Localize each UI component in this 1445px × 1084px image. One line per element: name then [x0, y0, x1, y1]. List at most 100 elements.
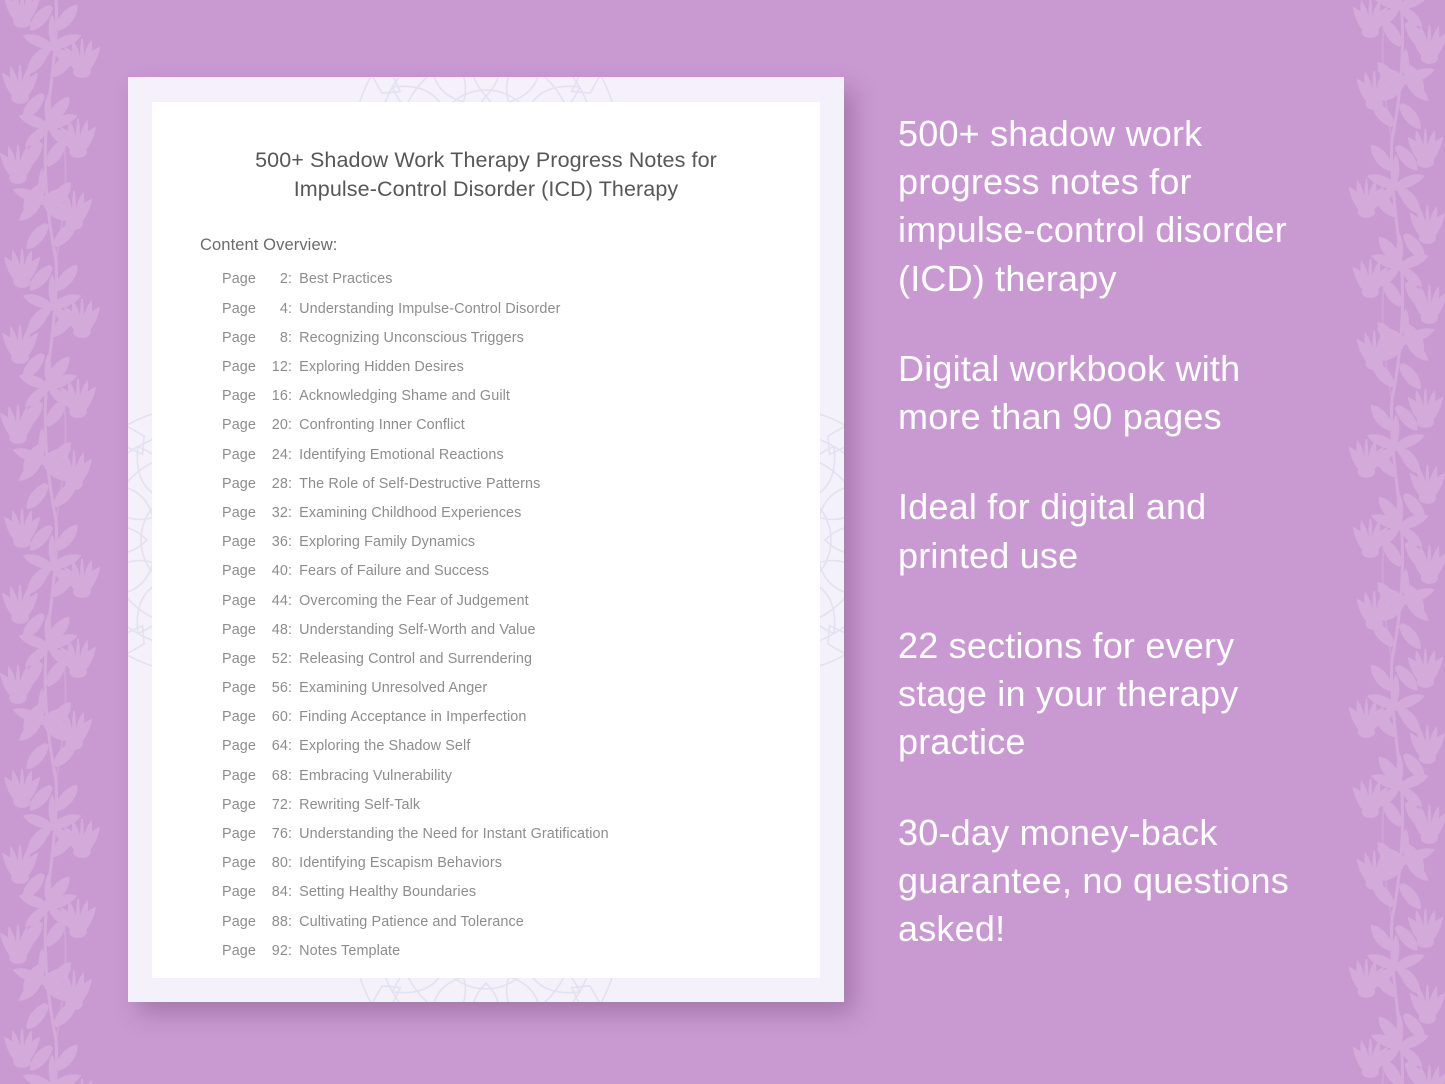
toc-entry-page-word: Page	[222, 446, 257, 463]
toc-entry-title: Setting Healthy Boundaries	[299, 884, 477, 901]
page-title: 500+ Shadow Work Therapy Progress Notes …	[152, 102, 820, 204]
toc-entry-page-number: 88	[271, 913, 289, 930]
toc-entry-page-number: 36	[271, 534, 289, 551]
toc-entry-page-word: Page	[222, 709, 257, 726]
toc-entry: Page 56: Examining Unresolved Anger	[222, 681, 820, 710]
toc-entry: Page 4: Understanding Impulse-Control Diso…	[222, 300, 820, 331]
marketing-copy-column: 500+ shadow work progress notes for impu…	[898, 110, 1328, 953]
toc-entry-page-word: Page	[222, 504, 257, 521]
toc-entry-page-word: Page	[222, 621, 257, 638]
toc-entry-title: Acknowledging Shame and Guilt	[299, 388, 511, 405]
toc-entry-page-word: Page	[222, 826, 257, 843]
toc-entry-page-word: Page	[222, 884, 257, 901]
floral-vine-border-left-icon	[0, 0, 118, 1084]
toc-entry-title: Best Practices	[299, 271, 393, 288]
toc-entry-page-number: 8	[279, 329, 289, 346]
page-title-line-2: Impulse-Control Disorder (ICD) Therapy	[293, 177, 679, 202]
document-page: 500+ Shadow Work Therapy Progress Notes …	[152, 102, 820, 978]
toc-entry-page-number: 12	[271, 359, 289, 376]
toc-entry: Page 40: Fears of Failure and Success	[222, 564, 820, 593]
toc-entry-page-number: 52	[271, 650, 289, 667]
toc-entry-page-word: Page	[222, 796, 257, 813]
toc-entry-page-number: 16	[271, 388, 289, 405]
toc-entry-title: Rewriting Self-Talk	[299, 796, 421, 813]
content-overview-label: Content Overview:	[200, 236, 338, 255]
toc-entry-page-word: Page	[222, 359, 257, 376]
toc-entry-page-number: 24	[271, 446, 289, 463]
toc-entry-page-word: Page	[222, 592, 257, 609]
toc-entry: Page 12: Exploring Hidden Desires	[222, 360, 820, 389]
toc-entry-title: Exploring Hidden Desires	[299, 359, 464, 376]
marketing-bullet: 500+ shadow work progress notes for impu…	[898, 113, 1287, 299]
toc-entry-page-number: 28	[271, 475, 289, 492]
toc-entry: Page 92: Notes Template	[222, 942, 820, 973]
page-title-line-1: 500+ Shadow Work Therapy Progress Notes …	[255, 148, 717, 172]
marketing-bullet: Ideal for digital and printed use	[898, 486, 1207, 576]
toc-entry-title: Embracing Vulnerability	[299, 767, 453, 784]
toc-entry-title: Understanding Self-Worth and Value	[299, 621, 536, 638]
toc-entry-page-word: Page	[222, 650, 257, 667]
toc-entry: Page 80: Identifying Escapism Behaviors	[222, 856, 820, 885]
marketing-bullet: 22 sections for every stage in your ther…	[898, 624, 1239, 763]
toc-entry-title: Fears of Failure and Success	[299, 563, 490, 580]
toc-entry-page-word: Page	[222, 534, 257, 551]
toc-entry-page-word: Page	[222, 942, 257, 959]
toc-entry-page-number: 48	[271, 621, 289, 638]
toc-entry: Page 24: Identifying Emotional Reactions	[222, 446, 820, 477]
toc-entry-page-number: 60	[271, 709, 289, 726]
toc-entry-title: The Role of Self-Destructive Patterns	[299, 475, 541, 492]
toc-entry-page-number: 20	[271, 417, 289, 434]
toc-entry-title: Finding Acceptance in Imperfection	[299, 709, 527, 726]
toc-entry-page-word: Page	[222, 329, 257, 346]
toc-entry: Page 44: Overcoming the Fear of Judgement	[222, 592, 820, 623]
toc-entry-page-number: 40	[271, 563, 289, 580]
toc-entry-page-word: Page	[222, 767, 257, 784]
toc-entry: Page 32: Examining Childhood Experiences	[222, 506, 820, 535]
toc-entry-page-word: Page	[222, 417, 257, 434]
toc-entry-page-word: Page	[222, 271, 257, 288]
toc-entry: Page 84: Setting Healthy Boundaries	[222, 885, 820, 914]
toc-entry-title: Releasing Control and Surrendering	[299, 650, 533, 667]
toc-entry-title: Exploring Family Dynamics	[299, 534, 476, 551]
toc-entry-page-number: 92	[271, 942, 289, 959]
toc-entry-page-word: Page	[222, 738, 257, 755]
toc-entry-page-number: 56	[271, 680, 289, 697]
toc-entry: Page 48: Understanding Self-Worth and Valu…	[222, 621, 820, 652]
toc-entry-title: Confronting Inner Conflict	[299, 417, 465, 434]
toc-entry-page-number: 44	[271, 592, 289, 609]
toc-entry: Page 20: Confronting Inner Conflict	[222, 418, 820, 447]
floral-vine-border-right-icon	[1331, 0, 1445, 1084]
toc-entry-page-number: 64	[271, 738, 289, 755]
toc-entry-page-word: Page	[222, 388, 257, 405]
toc-entry: Page 76: Understanding the Need for Instan…	[222, 827, 820, 856]
toc-entry: Page 28: The Role of Self-Destructive Patt…	[222, 475, 820, 506]
toc-entry: Page 16: Acknowledging Shame and Guilt	[222, 389, 820, 418]
toc-entry-title: Notes Template	[299, 942, 401, 959]
toc-entry-page-number: 84	[271, 884, 289, 901]
toc-entry-page-number: 68	[271, 767, 289, 784]
toc-entry-page-word: Page	[222, 680, 257, 697]
marketing-bullet: Digital workbook with more than 90 pages	[898, 347, 1241, 438]
marketing-bullet: 30-day money-back guarantee, no question…	[898, 811, 1289, 950]
toc-entry-title: Exploring the Shadow Self	[299, 738, 471, 755]
toc-entry: Page 8: Recognizing Unconscious Triggers	[222, 329, 820, 360]
toc-entry-page-number: 4	[279, 300, 289, 317]
poster-canvas: 500+ Shadow Work Therapy Progress Notes …	[0, 0, 1445, 1084]
toc-entry-title: Identifying Emotional Reactions	[299, 446, 504, 463]
toc-entry-title: Examining Unresolved Anger	[299, 680, 488, 697]
toc-entry: Page 64: Exploring the Shadow Self	[222, 739, 820, 768]
toc-entry-page-word: Page	[222, 913, 257, 930]
toc-entry-page-number: 80	[271, 855, 289, 872]
toc-entry-title: Identifying Escapism Behaviors	[299, 855, 503, 872]
toc-entry-page-number: 72	[271, 796, 289, 813]
toc-entry: Page 60: Finding Acceptance in Imperfectio…	[222, 710, 820, 739]
toc-entry: Page 52: Releasing Control and Surrenderin…	[222, 650, 820, 681]
toc-entry-title: Understanding Impulse-Control Disorder	[299, 300, 561, 317]
toc-entry-title: Understanding the Need for Instant Grati…	[299, 826, 609, 843]
toc-entry-page-word: Page	[222, 475, 257, 492]
toc-entry-page-word: Page	[222, 300, 257, 317]
toc-entry: Page 36: Exploring Family Dynamics	[222, 535, 820, 564]
toc-entry-page-number: 2	[279, 271, 289, 288]
toc-entry-title: Recognizing Unconscious Triggers	[299, 329, 524, 346]
toc-entry-page-number: 76	[271, 826, 289, 843]
